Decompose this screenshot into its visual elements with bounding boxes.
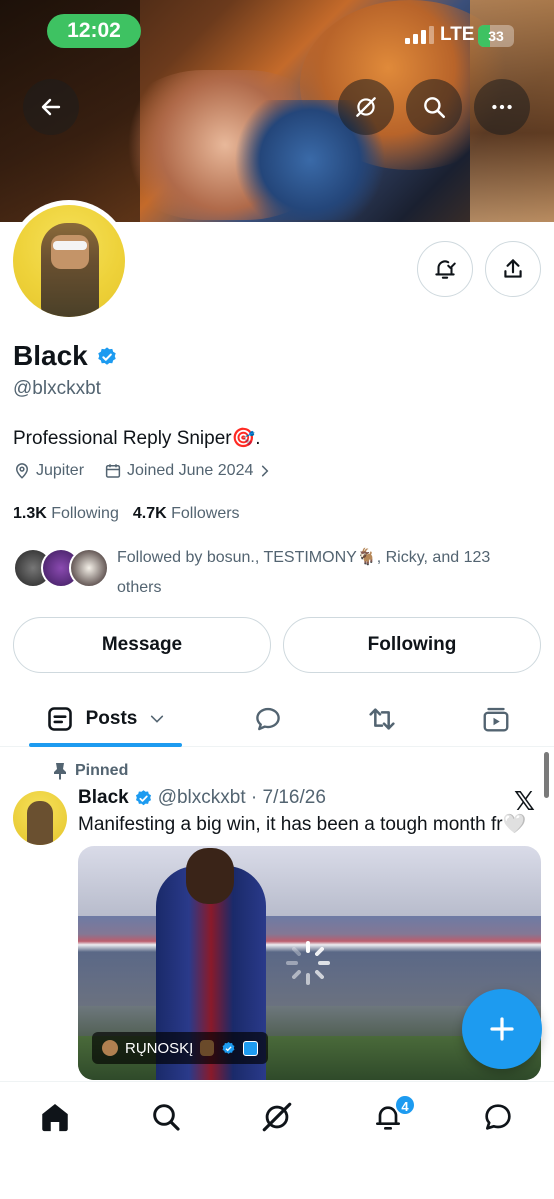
avatar-goggles — [53, 241, 87, 250]
affiliate-badge-icon — [243, 1040, 259, 1056]
avatar-image — [13, 205, 125, 317]
tab-replies[interactable] — [245, 690, 291, 747]
nav-home[interactable] — [35, 1097, 75, 1137]
joined-item[interactable]: Joined June 2024 — [104, 462, 272, 480]
post-avatar-figure — [27, 801, 53, 845]
more-icon — [492, 104, 512, 110]
credit-avatar — [102, 1040, 118, 1056]
compose-button[interactable] — [462, 989, 542, 1069]
chevron-right-icon — [262, 465, 269, 477]
posts-icon — [47, 706, 72, 731]
pinned-label: Pinned — [53, 762, 128, 780]
search-button[interactable] — [406, 79, 462, 135]
message-button[interactable]: Message — [13, 617, 271, 673]
post-header: Black @blxckxbt · 7/16/26 — [78, 787, 326, 809]
location-item: Jupiter — [13, 462, 84, 480]
pin-icon — [54, 763, 66, 780]
profile-meta: Jupiter Joined June 2024 — [13, 462, 292, 480]
back-arrow-icon — [41, 98, 61, 116]
following-count: 1.3K — [13, 505, 47, 522]
follower-avatar — [69, 548, 109, 588]
notifications-badge: 4 — [394, 1094, 416, 1116]
following-label: Following — [51, 505, 119, 522]
tab-posts-label: Posts — [85, 707, 138, 729]
search-icon — [153, 1104, 180, 1131]
grok-button[interactable] — [338, 79, 394, 135]
profile-joined: Joined June 2024 — [127, 462, 254, 479]
share-button[interactable] — [485, 241, 541, 297]
nav-messages[interactable] — [478, 1097, 518, 1137]
profile-bio: Professional Reply Sniper🎯. — [13, 428, 261, 449]
followed-by-text: Followed by bosun., TESTIMONY🐐, Ricky, a… — [117, 549, 491, 596]
follower-avatars — [13, 548, 113, 592]
credit-name: RŲNOSKĮ — [125, 1039, 194, 1057]
follow-stats: 1.3K Following 4.7K Followers — [13, 505, 240, 523]
tab-posts[interactable]: Posts — [29, 690, 182, 747]
nav-search[interactable] — [146, 1097, 186, 1137]
profile-handle: @blxckxbt — [13, 378, 101, 399]
chat-icon — [485, 1104, 511, 1130]
post-author[interactable]: Black — [78, 787, 129, 809]
profile-tabs: Posts — [0, 690, 554, 747]
reply-icon — [256, 707, 280, 730]
chevron-down-icon — [151, 715, 164, 723]
nav-grok[interactable] — [257, 1097, 297, 1137]
post-handle-date: @blxckxbt · 7/16/26 — [157, 787, 326, 808]
pinned-text: Pinned — [75, 762, 129, 779]
post-text: Manifesting a big win, it has been a tou… — [78, 814, 527, 835]
credit-figure-icon — [200, 1040, 215, 1056]
verified-icon — [135, 789, 151, 805]
followers-label: Followers — [171, 505, 240, 522]
retweet-icon — [369, 707, 395, 730]
back-button[interactable] — [23, 79, 79, 135]
notify-button[interactable] — [417, 241, 473, 297]
tab-reposts[interactable] — [359, 690, 405, 747]
following-link[interactable]: 1.3K Following — [13, 505, 119, 523]
media-icon — [483, 707, 509, 731]
profile-name: Black — [13, 340, 88, 371]
location-icon — [15, 463, 29, 479]
followers-link[interactable]: 4.7K Followers — [133, 505, 240, 523]
signal-icon — [405, 26, 434, 44]
tab-media[interactable] — [473, 690, 519, 747]
media-player-head — [186, 848, 234, 904]
plus-icon — [490, 1017, 514, 1041]
calendar-icon — [105, 464, 121, 478]
verified-icon — [222, 1041, 235, 1054]
status-time: 12:02 — [47, 14, 141, 48]
followers-count: 4.7K — [132, 505, 167, 522]
bottom-nav: 4 — [0, 1081, 554, 1199]
battery-indicator: 33 — [478, 25, 514, 47]
network-label: LTE — [440, 24, 475, 45]
profile-avatar[interactable] — [8, 200, 130, 322]
verified-icon — [98, 347, 116, 365]
active-tab-indicator — [29, 743, 182, 747]
loading-spinner-icon — [286, 941, 330, 985]
scrollbar[interactable] — [544, 752, 549, 798]
media-credit[interactable]: RŲNOSKĮ — [92, 1032, 269, 1064]
home-icon — [42, 1103, 68, 1132]
grok-icon — [356, 97, 376, 117]
bell-plus-icon — [435, 260, 456, 279]
post-avatar[interactable] — [13, 791, 67, 845]
following-button[interactable]: Following — [283, 617, 541, 673]
search-icon — [424, 97, 446, 119]
battery-level: 33 — [488, 28, 504, 44]
more-button[interactable] — [474, 79, 530, 135]
share-icon — [504, 259, 522, 278]
profile-location: Jupiter — [36, 462, 85, 479]
grok-icon — [262, 1102, 292, 1132]
